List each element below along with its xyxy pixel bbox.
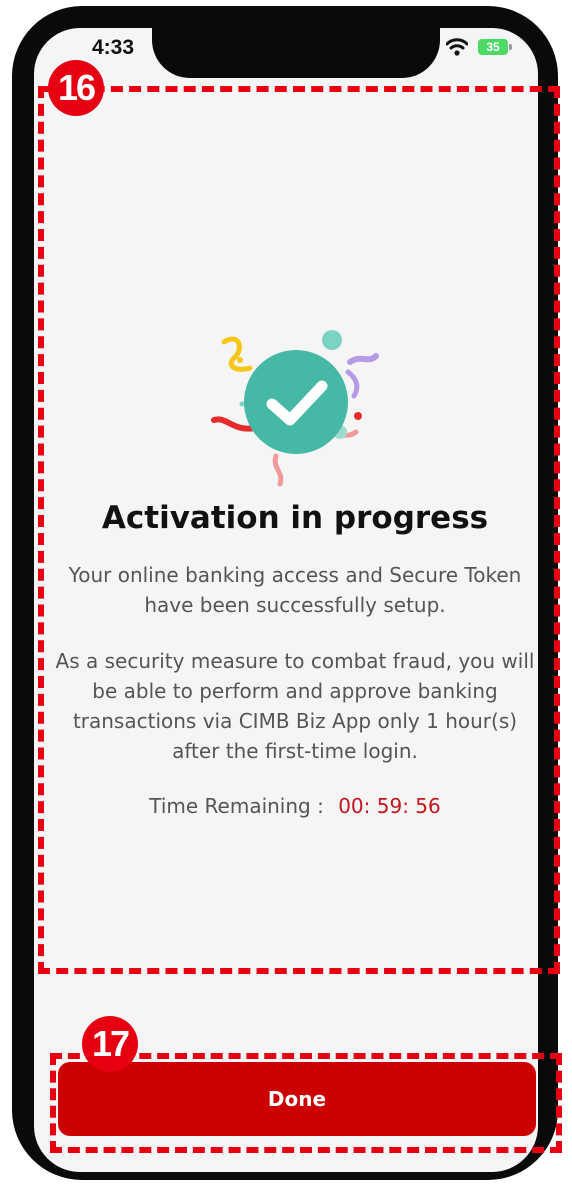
- timer-row: Time Remaining : 00: 59: 56: [40, 791, 550, 821]
- annotation-badge-17: 17: [82, 1016, 138, 1072]
- battery-tip: [509, 44, 512, 50]
- annotation-badge-16: 16: [48, 60, 104, 116]
- wifi-icon: [446, 38, 468, 56]
- status-time: 4:33: [92, 36, 135, 59]
- check-circle-icon: [211, 330, 379, 487]
- timer-label: Time Remaining :: [149, 794, 324, 818]
- security-notice: As a security measure to combat fraud, y…: [55, 649, 535, 763]
- timer-value: 00: 59: 56: [338, 794, 441, 818]
- notch: [152, 6, 440, 78]
- done-button[interactable]: Done: [58, 1062, 536, 1136]
- success-message: Your online banking access and Secure To…: [68, 563, 522, 617]
- page-title: Activation in progress: [101, 500, 489, 536]
- battery-icon: 35: [478, 39, 508, 55]
